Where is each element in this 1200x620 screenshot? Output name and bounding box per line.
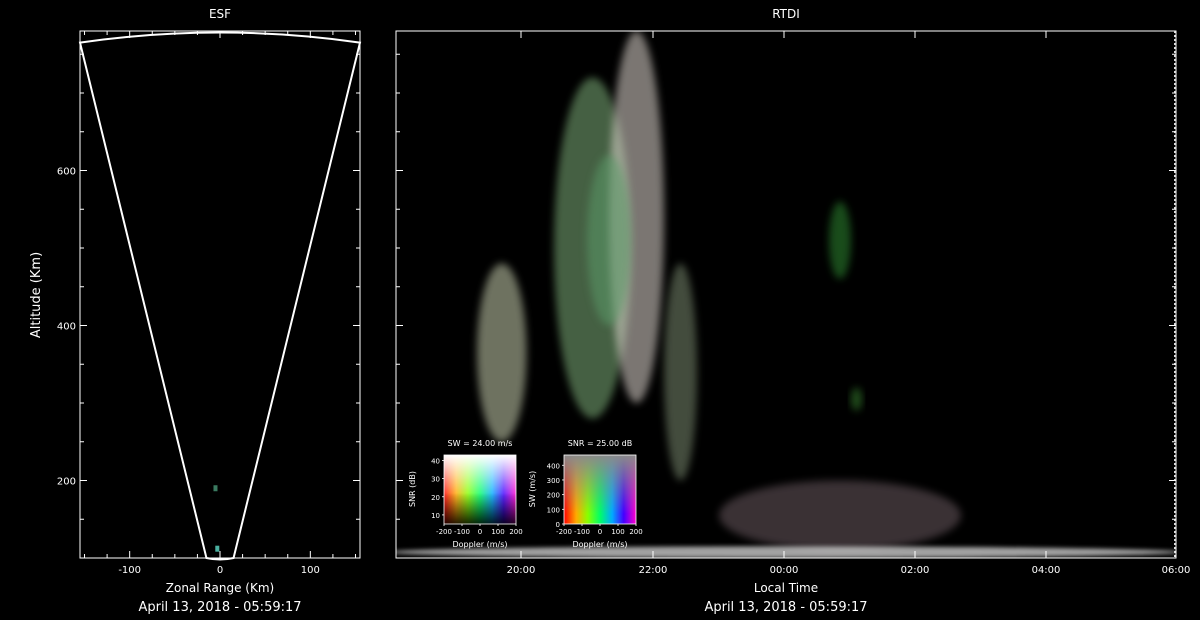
legend-xtick-label: -200 (436, 528, 452, 536)
esf-ytick-label: 200 (57, 477, 76, 488)
legend-ytick-label: 30 (431, 476, 440, 484)
esf-xtick-label: 100 (301, 565, 320, 576)
esf-date-label: April 13, 2018 - 05:59:17 (138, 600, 301, 615)
rtdi-panel: RTDI 20:00 22:00 00:00 02:00 04:00 06:00 Loca… (395, 7, 1191, 615)
esf-x-ticks: -100 0 100 (84, 31, 356, 576)
legend-xtick-label: 100 (491, 528, 504, 536)
legend-ytick-label: 400 (547, 462, 560, 470)
legend-sw-xlabel: Doppler (m/s) (452, 540, 507, 549)
esf-panel: ESF 200 400 600 -100 0 100 Altitude (Km) Zon… (29, 7, 362, 615)
esf-xlabel: Zonal Range (Km) (166, 581, 274, 595)
legend-ytick-label: 40 (431, 457, 440, 465)
legend-xtick-label: 200 (629, 528, 642, 536)
legend-snr-colormap: SNR = 25.00 dB -200 -100 0 100 200 0 100 200 300… (528, 439, 643, 549)
rtdi-echo-region (829, 201, 851, 279)
legend-sw-dark (444, 455, 516, 524)
legend-ytick-label: 200 (547, 492, 560, 500)
legend-xtick-label: 0 (598, 528, 602, 536)
legend-ytick-label: 0 (556, 521, 560, 529)
legend-xtick-label: 200 (509, 528, 522, 536)
esf-echo-point (215, 545, 220, 552)
rtdi-title: RTDI (772, 7, 800, 21)
rtdi-xtick-label: 22:00 (639, 565, 668, 576)
esf-ytick-label: 600 (57, 167, 76, 178)
rtdi-echo-region (396, 546, 1176, 558)
legend-snr-title: SNR = 25.00 dB (568, 439, 632, 448)
esf-echo-point (213, 485, 218, 492)
legend-ytick-label: 300 (547, 477, 560, 485)
figure-canvas: ESF 200400600 -100 0 100 Altitude (Km) Zon… (29, 7, 1191, 615)
rtdi-echo-region (477, 263, 527, 442)
esf-xtick-label: -100 (118, 565, 141, 576)
legend-xtick-label: 0 (478, 528, 482, 536)
esf-beam-outline (78, 31, 362, 561)
legend-sw-ylabel: SNR (dB) (408, 471, 417, 507)
legend-ytick-label: 100 (547, 506, 560, 514)
esf-axes-frame (79, 30, 361, 559)
esf-y-ticks: 200 400 600 (57, 53, 360, 520)
rtdi-echo-region (587, 155, 631, 326)
esf-echo-points (213, 485, 220, 552)
rtdi-echo-region (664, 263, 697, 481)
rtdi-xtick-label: 06:00 (1162, 565, 1191, 576)
legend-xtick-label: -200 (556, 528, 572, 536)
esf-ytick-label: 400 (57, 322, 76, 333)
rtdi-echo-region (719, 480, 961, 551)
esf-ylabel: Altitude (Km) (29, 252, 44, 338)
legend-ytick-label: 10 (431, 512, 440, 520)
rtdi-echo-region (851, 387, 862, 411)
rtdi-xtick-label: 04:00 (1032, 565, 1061, 576)
legend-xtick-label: -100 (574, 528, 590, 536)
rtdi-xtick-label: 02:00 (901, 565, 930, 576)
legend-sw-title: SW = 24.00 m/s (448, 439, 513, 448)
legend-ytick-label: 20 (431, 494, 440, 502)
legend-snr-gray (564, 455, 636, 524)
rtdi-xlabel: Local Time (754, 581, 818, 595)
legend-sw-colormap: SW = 24.00 m/s -200 -100 0 100 200 10 20 30 40 S… (408, 439, 523, 549)
esf-title: ESF (209, 7, 231, 21)
rtdi-xtick-label: 00:00 (770, 565, 799, 576)
rtdi-xtick-label: 20:00 (507, 565, 536, 576)
esf-xtick-label: 0 (217, 565, 223, 576)
legend-snr-ylabel: SW (m/s) (528, 471, 537, 507)
rtdi-date-label: April 13, 2018 - 05:59:17 (704, 600, 867, 615)
legend-snr-xlabel: Doppler (m/s) (572, 540, 627, 549)
legend-xtick-label: -100 (454, 528, 470, 536)
legend-xtick-label: 100 (611, 528, 624, 536)
